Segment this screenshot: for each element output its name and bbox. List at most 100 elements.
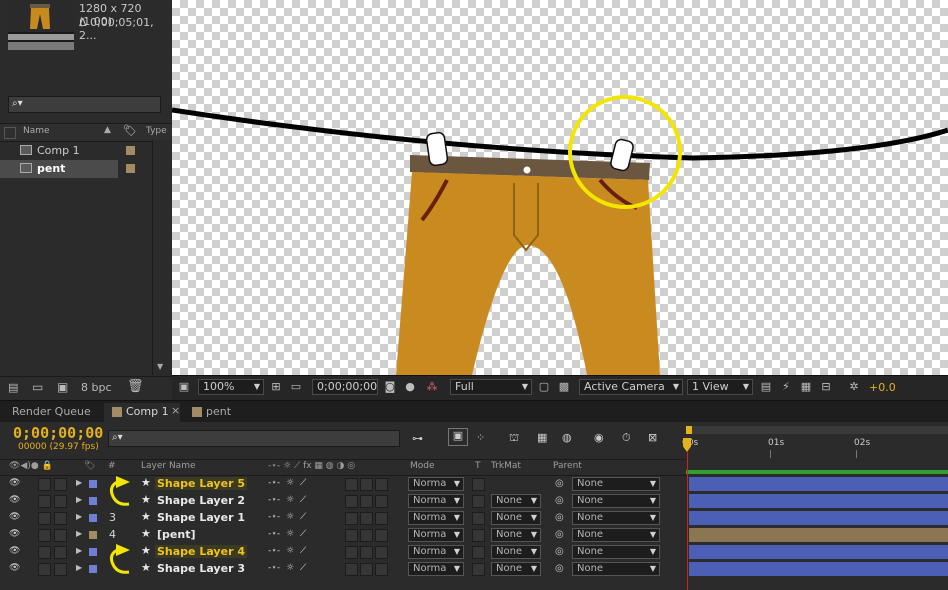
show-snapshot-icon[interactable]: ● xyxy=(404,381,416,393)
preserve-transparency-toggle[interactable] xyxy=(472,529,485,542)
interpret-footage-icon[interactable]: ▤ xyxy=(8,381,18,394)
expand-triangle-icon[interactable]: ▶ xyxy=(76,495,82,504)
motion-blur-toggle[interactable] xyxy=(345,495,358,508)
lock-toggle[interactable] xyxy=(54,529,67,542)
bit-depth-button[interactable]: 8 bpc xyxy=(81,381,112,394)
comp-mini-flowchart-icon[interactable]: ⊶ xyxy=(412,432,423,445)
flowchart-icon[interactable]: ⊟ xyxy=(820,381,832,393)
shy-switch-icon[interactable]: -⋆- xyxy=(268,478,280,488)
collapse-switch-icon[interactable]: ☼ xyxy=(286,529,294,539)
lock-toggle[interactable] xyxy=(54,563,67,576)
blend-mode-dropdown[interactable]: Norma ▼ xyxy=(408,511,464,525)
layer-label-swatch[interactable] xyxy=(89,531,97,539)
current-time-field[interactable]: 0;00;00;00 xyxy=(312,379,378,395)
solo-toggle[interactable] xyxy=(38,512,51,525)
channels-icon[interactable]: ⁂ xyxy=(426,381,438,393)
track-matte-dropdown[interactable]: None ▼ xyxy=(491,511,541,525)
layer-duration-bar[interactable] xyxy=(689,494,948,508)
pick-whip-icon[interactable]: ◎ xyxy=(555,478,564,489)
layer-label-swatch[interactable] xyxy=(89,548,97,556)
collapse-switch-icon[interactable]: ☼ xyxy=(286,563,294,573)
layer-name[interactable]: Shape Layer 1 xyxy=(157,511,245,524)
solo-toggle[interactable] xyxy=(38,546,51,559)
quality-switch-icon[interactable]: ⟋ xyxy=(300,529,306,539)
3d-layer-toggle[interactable] xyxy=(375,495,388,508)
layer-row[interactable]: 👁 ▶ ★ Shape Layer 4 -⋆- ☼ ⟋ Norma ▼ None ▼… xyxy=(0,544,686,561)
shy-layers-icon[interactable]: ⛫ xyxy=(509,431,519,446)
quality-switch-icon[interactable]: ⟋ xyxy=(300,512,306,522)
layer-name[interactable]: Shape Layer 4 xyxy=(155,545,247,558)
layer-row[interactable]: 👁 ▶ 4 ★ [pent] -⋆- ☼ ⟋ Norma ▼ None ▼ ◎ No… xyxy=(0,527,686,544)
type-column-header[interactable]: Type xyxy=(146,126,167,136)
always-preview-icon[interactable]: ▣ xyxy=(178,381,190,393)
transparency-grid-icon[interactable]: ▩ xyxy=(558,381,570,393)
shy-switch-icon[interactable]: -⋆- xyxy=(268,529,280,539)
layer-duration-bar[interactable] xyxy=(689,511,948,525)
new-folder-icon[interactable]: ▭ xyxy=(32,380,43,394)
exposure-icon[interactable]: ✲ xyxy=(848,381,860,393)
solo-toggle[interactable] xyxy=(38,495,51,508)
layer-name[interactable]: Shape Layer 3 xyxy=(157,562,245,575)
layer-row[interactable]: 👁 ▶ ★ Shape Layer 5 -⋆- ☼ ⟋ Norma ▼ ◎ Non… xyxy=(0,476,686,493)
brainstorm-icon[interactable]: ◉ xyxy=(594,431,604,444)
layer-label-swatch[interactable] xyxy=(89,497,97,505)
track-matte-dropdown[interactable]: None ▼ xyxy=(491,545,541,559)
safe-areas-icon[interactable]: ⊞ xyxy=(270,381,282,393)
layer-label-swatch[interactable] xyxy=(89,514,97,522)
project-scrollbar[interactable]: ▼ xyxy=(152,140,171,375)
parent-dropdown[interactable]: None ▼ xyxy=(572,477,660,491)
shy-switch-icon[interactable]: -⋆- xyxy=(268,495,280,505)
draft-3d-icon[interactable]: ⁘ xyxy=(476,431,485,444)
motion-blur-toggle[interactable] xyxy=(345,529,358,542)
adjustment-toggle[interactable] xyxy=(360,529,373,542)
layer-name-column-header[interactable]: Layer Name xyxy=(141,461,196,471)
quality-switch-icon[interactable]: ⟋ xyxy=(300,563,306,573)
visibility-eye-icon[interactable]: 👁 xyxy=(9,546,20,556)
timeline-search-input[interactable]: ⌕▾ xyxy=(108,430,400,447)
pick-whip-icon[interactable]: ◎ xyxy=(555,512,564,523)
snapshot-icon[interactable]: ◙ xyxy=(384,381,396,393)
solo-toggle[interactable] xyxy=(38,563,51,576)
visibility-eye-icon[interactable]: 👁 xyxy=(9,529,20,539)
layer-row[interactable]: 👁 ▶ ★ Shape Layer 3 -⋆- ☼ ⟋ Norma ▼ None ▼… xyxy=(0,561,686,578)
trash-icon[interactable]: 🗑 xyxy=(127,379,144,394)
quality-switch-icon[interactable]: ⟋ xyxy=(300,478,306,488)
3d-layer-toggle[interactable] xyxy=(375,546,388,559)
tab-pent[interactable]: pent xyxy=(190,403,250,422)
frame-blending-icon[interactable]: ▦ xyxy=(537,431,547,444)
visibility-eye-icon[interactable]: 👁 xyxy=(9,512,20,522)
graph-editor-icon[interactable]: ⊠ xyxy=(648,431,657,444)
preserve-transparency-toggle[interactable] xyxy=(472,512,485,525)
resolution-dropdown[interactable]: Full ▼ xyxy=(450,379,532,395)
adjustment-toggle[interactable] xyxy=(360,546,373,559)
collapse-switch-icon[interactable]: ☼ xyxy=(286,495,294,505)
layer-row[interactable]: 👁 ▶ 3 ★ Shape Layer 1 -⋆- ☼ ⟋ Norma ▼ Non… xyxy=(0,510,686,527)
expand-triangle-icon[interactable]: ▶ xyxy=(76,478,82,487)
parent-dropdown[interactable]: None ▼ xyxy=(572,528,660,542)
layer-name[interactable]: Shape Layer 5 xyxy=(155,477,247,490)
motion-blur-toggle[interactable] xyxy=(345,478,358,491)
zoom-dropdown[interactable]: 100% ▼ xyxy=(198,379,264,395)
auto-keyframe-icon[interactable]: ⏱ xyxy=(622,431,631,445)
lock-toggle[interactable] xyxy=(54,512,67,525)
lock-toggle[interactable] xyxy=(54,478,67,491)
mask-visibility-icon[interactable]: ▭ xyxy=(290,381,302,393)
layer-label-swatch[interactable] xyxy=(89,480,97,488)
layer-label-swatch[interactable] xyxy=(89,565,97,573)
collapse-switch-icon[interactable]: ☼ xyxy=(286,546,294,556)
project-search-input[interactable]: ⌕▾ xyxy=(8,96,161,113)
name-column-header[interactable]: Name xyxy=(23,126,50,136)
parent-dropdown[interactable]: None ▼ xyxy=(572,545,660,559)
3d-layer-toggle[interactable] xyxy=(375,478,388,491)
fast-previews-icon[interactable]: ⚡ xyxy=(780,381,792,393)
3d-layer-toggle[interactable] xyxy=(375,563,388,576)
visibility-eye-icon[interactable]: 👁 xyxy=(9,495,20,505)
lock-toggle[interactable] xyxy=(54,495,67,508)
camera-dropdown[interactable]: Active Camera ▼ xyxy=(579,379,683,395)
layer-duration-bar[interactable] xyxy=(689,528,948,542)
3d-layer-toggle[interactable] xyxy=(375,529,388,542)
quality-switch-icon[interactable]: ⟋ xyxy=(300,546,306,556)
tag-icon[interactable]: 🏷 xyxy=(123,124,137,137)
close-icon[interactable]: × xyxy=(171,404,180,417)
scroll-down-icon[interactable]: ▼ xyxy=(157,362,163,371)
